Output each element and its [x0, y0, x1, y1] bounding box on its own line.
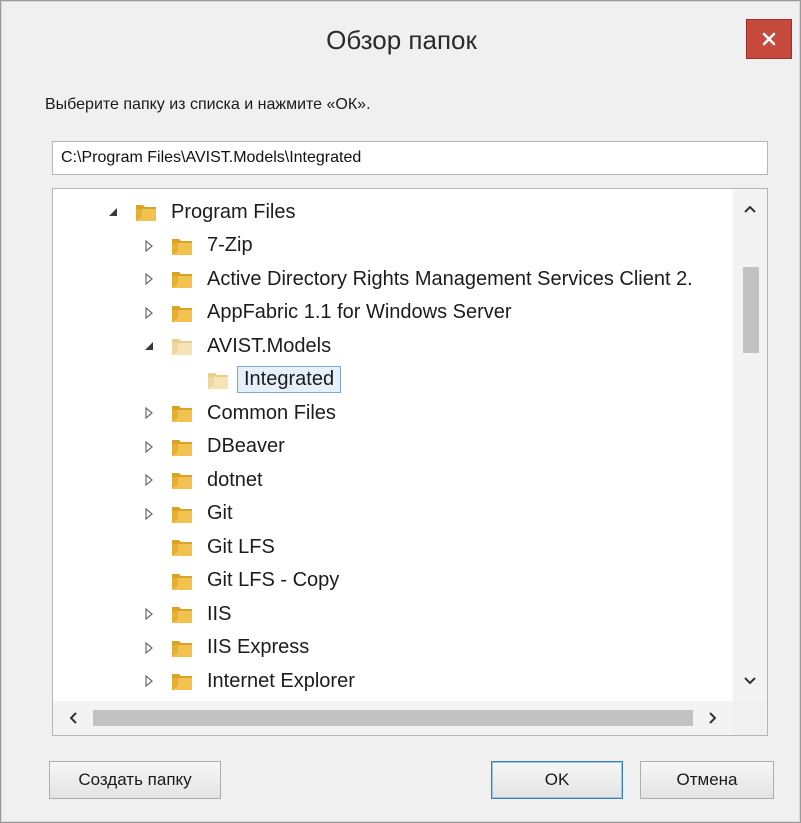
folder-icon [169, 266, 195, 292]
tree-item-label: Git LFS [207, 535, 275, 558]
tree-item[interactable]: IIS Express [141, 632, 309, 664]
collapse-arrow-icon[interactable] [141, 338, 157, 354]
tree-item[interactable]: Program Files [105, 196, 295, 228]
tree-item[interactable]: IIS [141, 598, 231, 630]
folder-icon [169, 400, 195, 426]
horizontal-scrollbar[interactable] [53, 701, 733, 735]
tree-item-label: Integrated [237, 366, 342, 393]
folder-icon [169, 601, 195, 627]
folder-icon [169, 635, 195, 661]
folder-icon [169, 467, 195, 493]
tree-item-label: Active Directory Rights Management Servi… [207, 267, 693, 290]
folder-icon [169, 534, 195, 560]
tree-item[interactable]: 7-Zip [141, 230, 253, 262]
ok-button[interactable]: OK [491, 761, 623, 799]
tree-item-label: Program Files [171, 200, 296, 223]
expand-arrow-icon[interactable] [141, 238, 157, 254]
tree-item[interactable]: AVIST.Models [141, 330, 331, 362]
expand-arrow-icon[interactable] [141, 305, 157, 321]
instruction-text: Выберите папку из списка и нажмите «ОК». [45, 96, 371, 113]
scroll-left-button[interactable] [57, 701, 89, 735]
chevron-down-icon [744, 677, 756, 685]
expand-arrow-icon[interactable] [141, 606, 157, 622]
vertical-scrollbar[interactable] [733, 189, 767, 701]
expand-arrow-icon[interactable] [141, 640, 157, 656]
selected-path-value: C:\Program Files\AVIST.Models\Integrated [61, 149, 362, 166]
folder-icon [169, 333, 195, 359]
collapse-arrow-icon[interactable] [105, 204, 121, 220]
tree-item-label: Common Files [207, 401, 336, 424]
tree-item[interactable]: Git LFS [141, 531, 275, 563]
folder-icon [169, 568, 195, 594]
tree-item[interactable]: Git [141, 498, 233, 530]
browse-folder-dialog: Обзор папок Выберите папку из списка и н… [0, 0, 801, 823]
expand-arrow-icon[interactable] [141, 439, 157, 455]
tree-item[interactable]: Git LFS - Copy [141, 565, 339, 597]
dialog-title: Обзор папок [326, 25, 477, 55]
folder-icon [169, 434, 195, 460]
close-icon [762, 32, 776, 46]
tree-item[interactable]: Integrated [177, 364, 342, 396]
tree-item[interactable]: Internet Explorer [141, 665, 355, 697]
scroll-up-button[interactable] [733, 193, 767, 225]
tree-item[interactable]: Active Directory Rights Management Servi… [141, 263, 693, 295]
cancel-label: Отмена [676, 770, 738, 789]
tree-item-label: Git LFS - Copy [207, 569, 340, 591]
scrollbar-corner [733, 701, 767, 735]
title-bar: Обзор папок [11, 19, 792, 69]
folder-icon [169, 668, 195, 694]
expand-arrow-icon[interactable] [141, 673, 157, 689]
tree-item[interactable]: AppFabric 1.1 for Windows Server [141, 297, 512, 329]
folder-tree[interactable]: Program Files 7-Zip Active Directory Right… [52, 188, 768, 736]
tree-item[interactable]: DBeaver [141, 431, 285, 463]
tree-item-label: DBeaver [207, 435, 285, 457]
tree-item-label: IIS Express [207, 636, 310, 658]
scroll-down-button[interactable] [733, 665, 767, 697]
new-folder-label: Создать папку [78, 770, 192, 789]
tree-item[interactable]: dotnet [141, 464, 263, 496]
tree-item-label: Internet Explorer [207, 669, 355, 692]
tree-item-label: Git [207, 502, 233, 524]
tree-item-label: 7-Zip [207, 234, 253, 256]
ok-label: OK [544, 770, 570, 789]
selected-path-field[interactable]: C:\Program Files\AVIST.Models\Integrated [52, 141, 768, 175]
tree-item-label: IIS [207, 602, 232, 625]
folder-icon [169, 233, 195, 259]
expand-arrow-icon[interactable] [141, 506, 157, 522]
tree-viewport: Program Files 7-Zip Active Directory Right… [53, 189, 733, 701]
folder-icon [133, 199, 159, 225]
tree-item-label: AppFabric 1.1 for Windows Server [207, 301, 512, 323]
tree-item[interactable]: Common Files [141, 397, 336, 429]
scroll-right-button[interactable] [697, 701, 729, 735]
tree-item-label: dotnet [207, 468, 263, 491]
folder-icon [205, 367, 231, 393]
close-button[interactable] [746, 19, 792, 59]
horizontal-scroll-thumb[interactable] [93, 710, 693, 726]
vertical-scroll-thumb[interactable] [743, 267, 759, 353]
chevron-right-icon [709, 712, 717, 724]
folder-icon [169, 300, 195, 326]
chevron-left-icon [69, 712, 77, 724]
expand-arrow-icon[interactable] [141, 472, 157, 488]
folder-icon [169, 501, 195, 527]
expand-arrow-icon[interactable] [141, 271, 157, 287]
expand-arrow-icon[interactable] [141, 405, 157, 421]
tree-item-label: AVIST.Models [207, 334, 332, 357]
new-folder-button[interactable]: Создать папку [49, 761, 221, 799]
chevron-up-icon [744, 205, 756, 213]
cancel-button[interactable]: Отмена [640, 761, 774, 799]
